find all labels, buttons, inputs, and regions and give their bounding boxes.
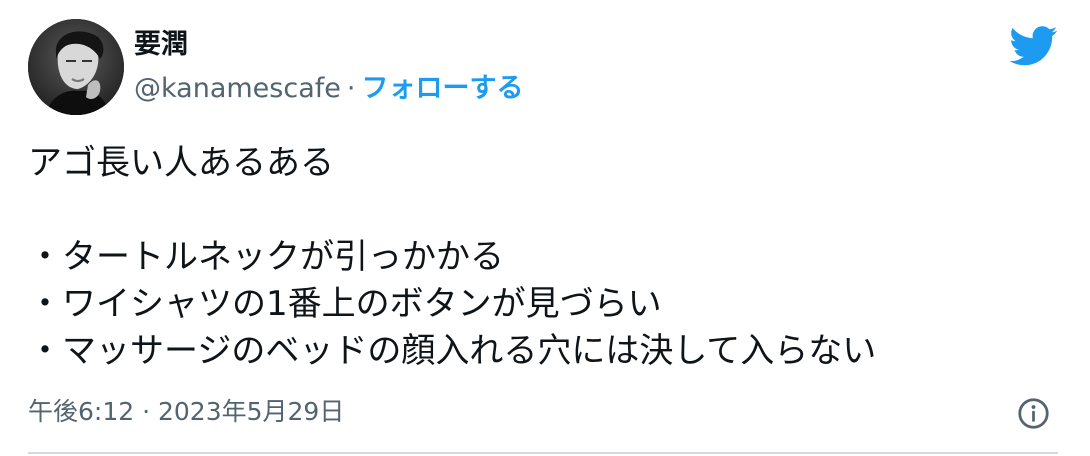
tweet-time-link[interactable]: 午後6:12 xyxy=(28,397,134,426)
follow-button[interactable]: フォローする xyxy=(361,73,523,104)
info-icon[interactable] xyxy=(1017,397,1050,430)
twitter-bird-icon[interactable] xyxy=(1010,26,1058,66)
handle-separator: · xyxy=(346,73,356,104)
tweet-line: ・マッサージのベッドの顔入れる穴には決して入らない xyxy=(28,331,877,371)
avatar-photo xyxy=(28,19,124,115)
meta-separator: · xyxy=(142,397,151,426)
tweet-date-link[interactable]: 2023年5月29日 xyxy=(158,397,344,426)
tweet-text: アゴ長い人あるある ・タートルネックが引っかかる ・ワイシャツの1番上のボタンが… xyxy=(28,140,1068,375)
tweet-card: 要潤 @kanamescafe · フォローする アゴ長い人あるある ・タートルネッ… xyxy=(0,0,1090,456)
author-handle[interactable]: @kanamescafe xyxy=(134,73,341,104)
tweet-line: ・ワイシャツの1番上のボタンが見づらい xyxy=(28,284,662,324)
author-avatar[interactable] xyxy=(28,19,124,115)
author-display-name[interactable]: 要潤 xyxy=(134,28,188,62)
author-handle-row: @kanamescafe · フォローする xyxy=(134,72,523,106)
tweet-timestamp: 午後6:12 · 2023年5月29日 xyxy=(28,395,344,429)
tweet-line: アゴ長い人あるある xyxy=(28,143,334,183)
tweet-line: ・タートルネックが引っかかる xyxy=(28,237,504,277)
divider xyxy=(28,452,1058,454)
